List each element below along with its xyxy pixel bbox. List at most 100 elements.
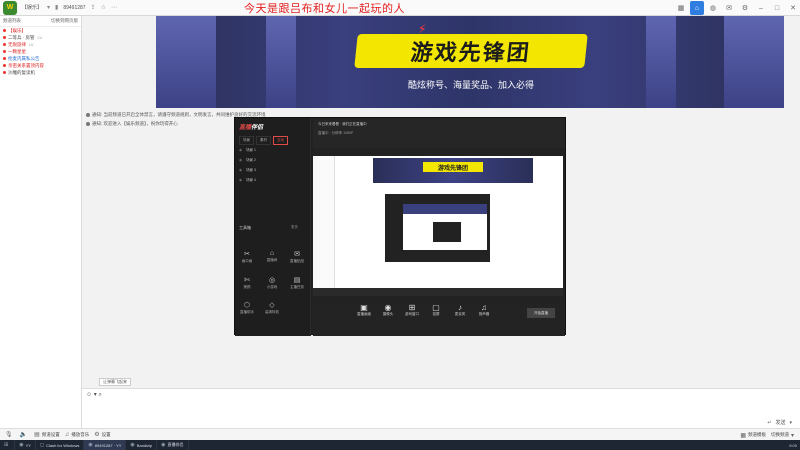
control-button[interactable]: ▢ 投屏: [425, 303, 447, 317]
app-icon: ◉: [88, 442, 93, 448]
scene-item[interactable]: ◉ 场景 1: [239, 146, 305, 154]
channel-list-title: 频道列表: [3, 18, 21, 23]
eye-icon[interactable]: ◉: [239, 178, 242, 182]
taskbar-item[interactable]: ◉ 89491287 · YY: [84, 440, 127, 450]
status-dot-icon: [3, 36, 6, 39]
close-icon[interactable]: ✕: [786, 1, 800, 15]
nested-banner: 游戏先锋团: [373, 158, 533, 183]
channel-settings-button[interactable]: ▤ 频道设置: [34, 431, 60, 439]
tool-button[interactable]: ✉ 直播贴纸: [288, 250, 306, 264]
bottom-toolbar: 🎙 🔈 ▤ 频道设置 ♫ 播放音乐 ⚙ 设置 ▦ 频道模板 切换频道 ▾: [0, 428, 800, 440]
switch-web-link[interactable]: 切换到网页版: [51, 18, 78, 24]
scene-item[interactable]: ◉ 场景 2: [239, 156, 305, 164]
nested-banner-title: 游戏先锋团: [423, 162, 483, 172]
speaker-icon: 🔈: [19, 432, 28, 438]
channel-template-button[interactable]: ▦ 频道模板: [740, 432, 766, 439]
emoji-icon[interactable]: ☺ ▾ ⌕: [86, 391, 102, 399]
info-icon: [86, 122, 90, 126]
toolbox-more-link[interactable]: 更多: [291, 225, 298, 230]
windows-icon: ⊞: [4, 442, 9, 448]
status-dot-icon: [3, 71, 6, 74]
taskbar-item[interactable]: ◉ Bandizip: [126, 440, 158, 450]
channel-item[interactable]: 二等兵 · 房管 LV: [0, 34, 81, 41]
tab-scene[interactable]: 场景: [239, 136, 254, 145]
play-music-button[interactable]: ♫ 播放音乐: [65, 432, 90, 438]
settings-button[interactable]: ⚙ 设置: [94, 431, 110, 439]
taskbar-item[interactable]: ◉ YY: [15, 440, 36, 450]
tool-button[interactable]: ◎ 小游戏: [263, 276, 281, 290]
control-button[interactable]: ▣ 直播画面: [353, 303, 375, 317]
channel-item[interactable]: 抢麦内属私公告: [0, 55, 81, 62]
control-button[interactable]: ♫ 扬声器: [473, 303, 495, 317]
switch-channel-button[interactable]: 切换频道 ▾: [771, 432, 796, 439]
room-label[interactable]: 【娱乐】: [22, 4, 42, 11]
star-icon[interactable]: ☆: [101, 4, 106, 11]
control-icon: ⊞: [408, 303, 416, 312]
banner-pillar-right: [724, 16, 784, 108]
send-button[interactable]: 发送: [775, 419, 785, 426]
taskbar-item[interactable]: ◻ Clash for Windows: [36, 440, 85, 450]
enter-icon[interactable]: ↵: [767, 420, 771, 426]
go-live-button[interactable]: 开始直播: [527, 308, 555, 318]
marquee-text: 今天是跟吕布和女儿一起玩的人: [244, 2, 405, 15]
eye-icon[interactable]: ◉: [239, 168, 242, 172]
streaming-header: 今日来来看看 · 我们正在直播中 直播中 · 分辨率 1080P: [313, 118, 565, 148]
channel-item[interactable]: 【娱乐】: [0, 27, 81, 34]
tool-button[interactable]: ◇ 高清特效: [263, 301, 281, 315]
channel-item[interactable]: 无限旋律 LV: [0, 41, 81, 48]
chat-icon[interactable]: ✉: [722, 1, 736, 15]
maximize-icon[interactable]: □: [770, 1, 784, 15]
scene-item[interactable]: ◉ 场景 3: [239, 166, 305, 174]
grid-icon[interactable]: ▦: [674, 1, 688, 15]
eye-icon[interactable]: ◉: [239, 158, 242, 162]
nested-banner-level3: [403, 204, 487, 214]
dropdown-icon[interactable]: ▾: [789, 420, 792, 426]
control-icon: ♫: [481, 303, 487, 312]
home-icon[interactable]: ⌂: [690, 1, 704, 15]
clock[interactable]: 9:00: [789, 440, 797, 450]
app-logo-icon[interactable]: W: [3, 0, 17, 15]
tool-icon: ⌂: [269, 250, 275, 257]
tool-button[interactable]: ⬡ 直播助手: [238, 301, 256, 315]
scene-item[interactable]: ◉ 场景 4: [239, 176, 305, 184]
more-icon[interactable]: ⋯: [111, 4, 117, 11]
status-dot-icon: [3, 64, 6, 67]
stream-preview: 游戏先锋团: [313, 156, 563, 296]
control-button[interactable]: ♪ 麦克风: [449, 303, 471, 317]
tab-material[interactable]: 素材: [256, 136, 271, 145]
nested-streaming-window: [385, 194, 490, 262]
tool-button[interactable]: ✄ 美颜: [238, 276, 256, 290]
stream-status: 直播中 · 分辨率 1080P: [318, 131, 354, 135]
channel-item[interactable]: 沙雕的复读机: [0, 69, 81, 76]
signal-icon: ▮: [55, 5, 59, 11]
channel-list-header: 频道列表 切换到网页版: [0, 16, 81, 27]
tool-button[interactable]: ⌂ 直播间: [263, 250, 281, 263]
app-icon: ◉: [19, 442, 24, 448]
dropdown-icon[interactable]: ▾: [47, 4, 50, 11]
mic-button[interactable]: 🎙: [5, 431, 15, 438]
settings-icon[interactable]: ⚙: [738, 1, 752, 15]
minimize-icon[interactable]: –: [754, 1, 768, 15]
tab-interact[interactable]: 互动: [273, 136, 288, 145]
tool-button[interactable]: ✂ 画中画: [238, 250, 256, 264]
tool-icon: ⬡: [243, 302, 251, 309]
tool-icon: ▤: [293, 277, 301, 284]
eye-icon[interactable]: ◉: [239, 148, 242, 152]
share-icon[interactable]: ⇪: [91, 4, 96, 11]
speaker-button[interactable]: 🔈: [20, 431, 29, 438]
chat-input-area[interactable]: ☺ ▾ ⌕ ↵ 发送 ▾: [82, 388, 800, 428]
control-button[interactable]: ◉ 摄像头: [377, 303, 399, 317]
control-button[interactable]: ⊞ 游戏窗口: [401, 303, 423, 317]
streaming-controls: ▣ 直播画面 ◉ 摄像头 ⊞ 游戏窗口 ▢ 投屏 ♪ 麦克风 ♫ 扬声器 开始直播: [313, 298, 565, 336]
streaming-app-screenshot: 直播伴侣 场景 素材 互动 ◉ 场景 1 ◉ 场景 2 ◉ 场景 3 ◉ 场景 4 工具…: [234, 117, 566, 336]
taskbar-item[interactable]: ◉ 直播伴侣: [157, 440, 189, 450]
app-icon: ◉: [130, 442, 135, 448]
control-icon: ♪: [458, 303, 462, 312]
quick-message-chip[interactable]: 让弹幕飞起来: [99, 378, 131, 386]
channel-item[interactable]: 一颗星星: [0, 48, 81, 55]
tool-button[interactable]: ▤ 主播任务: [288, 276, 306, 290]
channel-item[interactable]: 亲密关系置顶内容: [0, 62, 81, 69]
gamepad-icon[interactable]: ◍: [706, 1, 720, 15]
start-button[interactable]: ⊞: [0, 440, 16, 450]
promo-banner[interactable]: 游戏先锋团 ⚡ 酷炫称号、海量奖品、加入必得: [156, 16, 784, 108]
